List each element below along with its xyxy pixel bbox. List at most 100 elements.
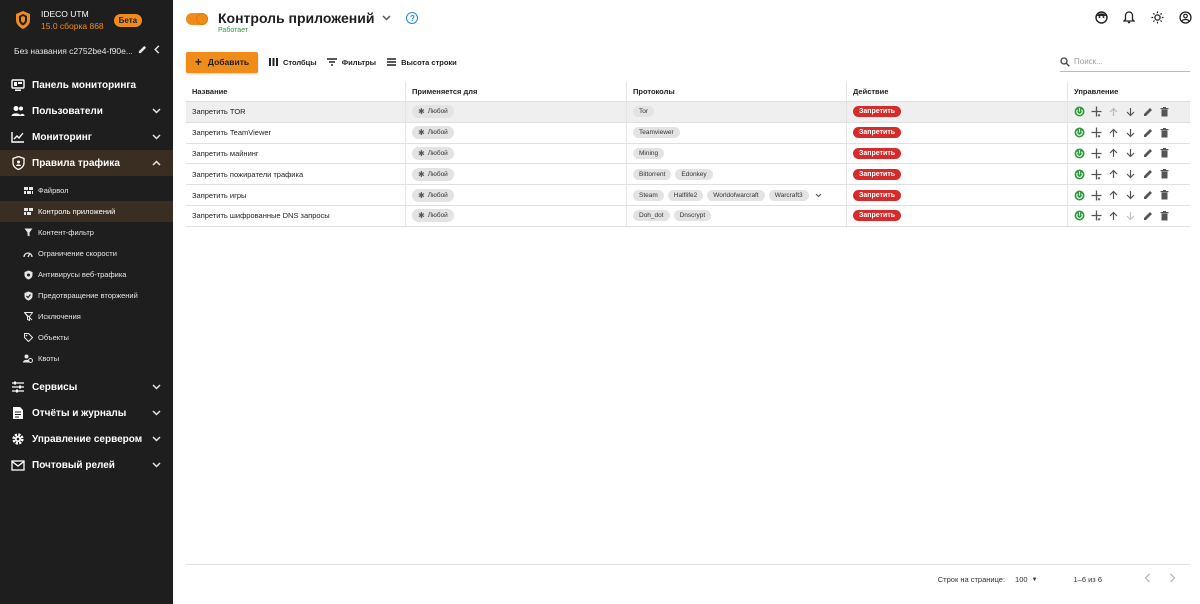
chevron-down-icon bbox=[152, 460, 161, 470]
pencil-icon[interactable] bbox=[1142, 127, 1153, 138]
arrow-down-icon[interactable] bbox=[1125, 106, 1136, 117]
sub-item-speed-limit[interactable]: Ограничение скорости bbox=[0, 243, 173, 264]
insert-rule-icon[interactable] bbox=[1091, 169, 1102, 180]
theme-icon[interactable] bbox=[1150, 10, 1164, 24]
power-icon[interactable] bbox=[1074, 210, 1085, 221]
arrow-up-icon[interactable] bbox=[1108, 190, 1119, 201]
trash-icon[interactable] bbox=[1159, 169, 1170, 180]
action-cell: Запретить bbox=[847, 185, 1068, 205]
table-row[interactable]: Запретить TOR ✱ Любой Tor Запретить bbox=[186, 102, 1190, 123]
search-input[interactable] bbox=[1074, 57, 1184, 66]
chevron-down-icon bbox=[152, 382, 161, 392]
sub-item-exclusions[interactable]: Исключения bbox=[0, 306, 173, 327]
rule-name: Запретить шифрованные DNS запросы bbox=[186, 205, 406, 226]
protocol-chip: Worldofwarcraft bbox=[707, 189, 765, 201]
arrow-down-icon[interactable] bbox=[1125, 148, 1136, 159]
support-icon[interactable] bbox=[1094, 10, 1108, 24]
header-applies[interactable]: Применяется для bbox=[406, 82, 627, 101]
header-protocols[interactable]: Протоколы bbox=[627, 82, 847, 101]
pencil-icon[interactable] bbox=[1142, 106, 1153, 117]
chevron-down-icon bbox=[152, 408, 161, 418]
columns-button[interactable]: Столбцы bbox=[268, 57, 317, 67]
sub-item-app-control[interactable]: Контроль приложений bbox=[0, 201, 173, 222]
sub-item-quotas[interactable]: Квоты bbox=[0, 348, 173, 369]
nav-item-mail-relay[interactable]: Почтовый релей bbox=[0, 452, 173, 478]
asterisk-icon: ✱ bbox=[418, 107, 425, 117]
trash-icon[interactable] bbox=[1159, 148, 1170, 159]
nav-item-dashboard[interactable]: Панель мониторинга bbox=[0, 72, 173, 98]
table-row[interactable]: Запретить майнинг ✱ Любой Mining Запретить bbox=[186, 143, 1190, 165]
bell-icon[interactable] bbox=[1122, 10, 1136, 24]
pencil-icon[interactable] bbox=[1142, 210, 1153, 221]
pencil-icon[interactable] bbox=[1142, 148, 1153, 159]
deny-badge: Запретить bbox=[853, 210, 902, 222]
sidebar: IDECO UTM 15.0 сборка 868 Бета Без назва… bbox=[0, 0, 173, 604]
applies-value: Любой bbox=[427, 129, 448, 137]
arrow-up-icon[interactable] bbox=[1108, 210, 1119, 221]
arrow-down-icon[interactable] bbox=[1125, 210, 1136, 221]
power-icon[interactable] bbox=[1074, 106, 1085, 117]
help-icon[interactable]: ? bbox=[406, 12, 419, 24]
add-button[interactable]: + Добавить bbox=[186, 51, 258, 73]
edit-device-button[interactable] bbox=[138, 45, 147, 57]
arrow-up-icon[interactable] bbox=[1108, 148, 1119, 159]
table-row[interactable]: Запретить TeamViewer ✱ Любой Teamviewer Запр… bbox=[186, 122, 1190, 144]
sub-item-antivirus[interactable]: Антивирусы веб-трафика bbox=[0, 264, 173, 285]
nav-item-traffic-rules[interactable]: Правила трафика bbox=[0, 150, 173, 176]
arrow-up-icon[interactable] bbox=[1108, 106, 1119, 117]
nav-label: Пользователи bbox=[32, 105, 103, 117]
sub-item-content-filter[interactable]: Контент-фильтр bbox=[0, 222, 173, 243]
trash-icon[interactable] bbox=[1159, 210, 1170, 221]
sub-item-ips[interactable]: Предотвращение вторжений bbox=[0, 285, 173, 306]
pencil-icon[interactable] bbox=[1142, 190, 1153, 201]
nav-item-services[interactable]: Сервисы bbox=[0, 374, 173, 400]
speed-icon bbox=[23, 249, 33, 259]
account-icon[interactable] bbox=[1178, 10, 1192, 24]
power-icon[interactable] bbox=[1074, 190, 1085, 201]
filter-icon bbox=[23, 228, 33, 238]
title-dropdown-button[interactable] bbox=[382, 13, 391, 24]
arrow-down-icon[interactable] bbox=[1125, 127, 1136, 138]
filters-button[interactable]: Фильтры bbox=[326, 57, 376, 67]
next-page-button[interactable] bbox=[1169, 573, 1176, 586]
arrow-up-icon[interactable] bbox=[1108, 127, 1119, 138]
nav-item-server-management[interactable]: Управление сервером bbox=[0, 426, 173, 452]
power-icon[interactable] bbox=[1074, 127, 1085, 138]
sub-item-label: Антивирусы веб-трафика bbox=[38, 270, 127, 279]
row-height-button[interactable]: Высота строки bbox=[386, 57, 457, 67]
rows-per-page-value: 100 bbox=[1015, 575, 1028, 584]
nav-item-reports[interactable]: Отчёты и журналы bbox=[0, 400, 173, 426]
arrow-down-icon[interactable] bbox=[1125, 169, 1136, 180]
insert-rule-icon[interactable] bbox=[1091, 148, 1102, 159]
table-row[interactable]: Запретить пожиратели трафика ✱ Любой Bittor… bbox=[186, 164, 1190, 186]
insert-rule-icon[interactable] bbox=[1091, 127, 1102, 138]
prev-page-button[interactable] bbox=[1144, 573, 1151, 586]
nav-item-monitoring[interactable]: Мониторинг bbox=[0, 124, 173, 150]
table-row[interactable]: Запретить шифрованные DNS запросы ✱ Любой D… bbox=[186, 205, 1190, 227]
sub-item-objects[interactable]: Объекты bbox=[0, 327, 173, 348]
page-header: Контроль приложений ? Работает bbox=[173, 0, 1200, 40]
sub-item-firewall[interactable]: Файрвол bbox=[0, 180, 173, 201]
rows-per-page-select[interactable]: 100 ▼ bbox=[1015, 575, 1037, 584]
protocol-chip: Steam bbox=[633, 189, 664, 201]
sub-item-label: Квоты bbox=[38, 354, 60, 363]
header-action[interactable]: Действие bbox=[847, 82, 1068, 101]
insert-rule-icon[interactable] bbox=[1091, 210, 1102, 221]
header-name[interactable]: Название bbox=[186, 82, 406, 101]
pencil-icon[interactable] bbox=[1142, 169, 1153, 180]
expand-protocols-icon[interactable] bbox=[815, 191, 822, 200]
collapse-sidebar-button[interactable] bbox=[153, 45, 161, 57]
arrow-down-icon[interactable] bbox=[1125, 190, 1136, 201]
insert-rule-icon[interactable] bbox=[1091, 106, 1102, 117]
power-icon[interactable] bbox=[1074, 148, 1085, 159]
trash-icon[interactable] bbox=[1159, 106, 1170, 117]
power-icon[interactable] bbox=[1074, 169, 1085, 180]
module-toggle[interactable] bbox=[186, 13, 208, 25]
nav-item-users[interactable]: Пользователи bbox=[0, 98, 173, 124]
insert-rule-icon[interactable] bbox=[1091, 190, 1102, 201]
arrow-up-icon[interactable] bbox=[1108, 169, 1119, 180]
trash-icon[interactable] bbox=[1159, 127, 1170, 138]
trash-icon[interactable] bbox=[1159, 190, 1170, 201]
pencil-icon bbox=[138, 45, 147, 54]
table-row[interactable]: Запретить игры ✱ Любой Steam Halflife2 Worldo… bbox=[186, 185, 1190, 206]
